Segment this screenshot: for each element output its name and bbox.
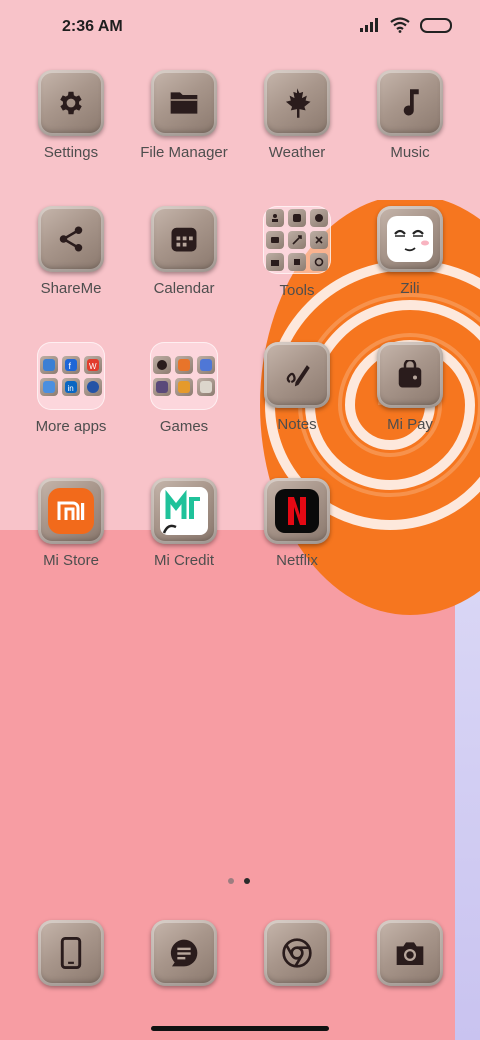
mini-app-icon: W: [84, 356, 102, 374]
dock-messages[interactable]: [129, 920, 239, 986]
tools-folder: [263, 206, 331, 274]
status-time: 2:36 AM: [62, 18, 123, 35]
mi-credit-icon: [151, 478, 217, 544]
battery-icon: [420, 17, 452, 33]
app-notes[interactable]: Notes: [242, 342, 352, 433]
wifi-icon: [390, 17, 410, 33]
share-icon: [38, 206, 104, 272]
mini-app-icon: [288, 231, 306, 249]
mini-app-icon: [266, 231, 284, 249]
app-label: Weather: [268, 144, 326, 161]
mini-app-icon: f: [62, 356, 80, 374]
mini-app-icon: [310, 209, 328, 227]
zili-face-icon: [377, 206, 443, 272]
calendar-icon: [151, 206, 217, 272]
folder-games[interactable]: Games: [129, 342, 239, 435]
phone-icon: [38, 920, 104, 986]
app-label: File Manager: [140, 144, 228, 161]
dock-browser[interactable]: [242, 920, 352, 986]
dock-phone[interactable]: [16, 920, 126, 986]
dock: [0, 920, 480, 990]
signal-icon: [360, 18, 378, 32]
app-label: Zili: [400, 280, 420, 297]
app-weather[interactable]: Weather: [242, 70, 352, 161]
app-label: Notes: [277, 416, 317, 433]
browser-icon: [264, 920, 330, 986]
svg-text:in: in: [68, 384, 74, 393]
svg-text:W: W: [89, 362, 97, 371]
notes-pen-icon: [264, 342, 330, 408]
camera-icon: [377, 920, 443, 986]
app-label: Calendar: [153, 280, 215, 297]
home-indicator[interactable]: [151, 1026, 329, 1031]
mini-app-icon: [175, 378, 193, 396]
wallet-icon: [377, 342, 443, 408]
games-folder: [150, 342, 218, 410]
folder-tools[interactable]: Tools: [242, 206, 352, 299]
gear-icon: [38, 70, 104, 136]
app-settings[interactable]: Settings: [16, 70, 126, 161]
page-dot-active[interactable]: [244, 878, 250, 884]
mini-app-icon: [288, 209, 306, 227]
mini-app-icon: in: [62, 378, 80, 396]
mini-app-icon: [153, 356, 171, 374]
mini-app-icon: [175, 356, 193, 374]
app-label: Mi Pay: [387, 416, 433, 433]
app-file-manager[interactable]: File Manager: [129, 70, 239, 161]
netflix-icon: [264, 478, 330, 544]
app-label: Games: [159, 418, 209, 435]
dock-camera[interactable]: [355, 920, 465, 986]
mini-app-icon: [153, 378, 171, 396]
messages-icon: [151, 920, 217, 986]
mini-app-icon: [197, 378, 215, 396]
mini-app-icon: [197, 356, 215, 374]
app-label: Mi Store: [43, 552, 99, 569]
app-mi-pay[interactable]: Mi Pay: [355, 342, 465, 433]
mi-store-icon: [38, 478, 104, 544]
mini-app-icon: [310, 253, 328, 271]
app-shareme[interactable]: ShareMe: [16, 206, 126, 297]
mini-app-icon: [266, 209, 284, 227]
app-mi-credit[interactable]: Mi Credit: [129, 478, 239, 569]
maple-leaf-icon: [264, 70, 330, 136]
folder-more-apps[interactable]: f W in More apps: [16, 342, 126, 435]
mini-app-icon: [84, 378, 102, 396]
mini-app-icon: [266, 253, 284, 271]
app-mi-store[interactable]: Mi Store: [16, 478, 126, 569]
status-bar: 2:36 AM: [0, 0, 480, 56]
page-dot[interactable]: [228, 878, 234, 884]
folder-icon: [151, 70, 217, 136]
app-music[interactable]: Music: [355, 70, 465, 161]
app-netflix[interactable]: Netflix: [242, 478, 352, 569]
page-indicator: [228, 878, 250, 884]
app-label: Netflix: [276, 552, 318, 569]
app-label: Mi Credit: [153, 552, 214, 569]
mini-app-icon: [310, 231, 328, 249]
app-label: Tools: [279, 282, 315, 299]
app-label: Music: [390, 144, 430, 161]
app-label: More apps: [35, 418, 107, 435]
app-label: Settings: [43, 144, 99, 161]
mini-app-icon: [288, 253, 306, 271]
app-zili[interactable]: Zili: [355, 206, 465, 297]
mini-app-icon: [40, 378, 58, 396]
mini-app-icon: [40, 356, 58, 374]
app-label: ShareMe: [40, 280, 102, 297]
more-apps-folder: f W in: [37, 342, 105, 410]
music-note-icon: [377, 70, 443, 136]
app-calendar[interactable]: Calendar: [129, 206, 239, 297]
